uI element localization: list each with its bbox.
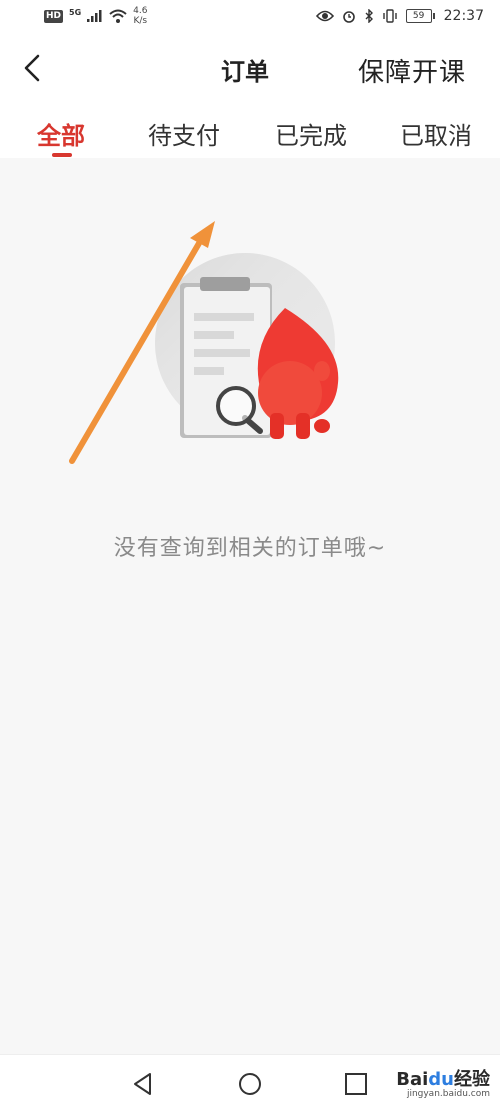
status-bar: HD 5G 4.6 K/s 59 22:37 [0,0,500,36]
speed-unit: K/s [133,16,148,26]
watermark-logo-part-3: 经验 [454,1069,490,1090]
guarantee-course-link[interactable]: 保障开课 [358,52,466,89]
back-arrow-icon[interactable] [16,50,52,86]
hd-badge: HD [44,9,64,23]
tab-pending-payment[interactable]: 待支付 [148,116,220,151]
system-nav-bar: Baidu经验 jingyan.baidu.com [0,1054,500,1112]
empty-orders-illustration [69,221,339,464]
baidu-jingyan-watermark: Baidu经验 jingyan.baidu.com [396,1065,490,1099]
watermark-url: jingyan.baidu.com [406,1089,490,1099]
tab-cancelled[interactable]: 已取消 [400,116,472,151]
battery-indicator: 59 [405,9,435,23]
tab-all[interactable]: 全部 [37,116,85,151]
status-right: 59 22:37 [315,8,484,24]
tab-completed[interactable]: 已完成 [275,116,347,151]
order-list-area: 没有查询到相关的订单哦~ [0,158,500,1054]
active-tab-indicator [52,153,72,157]
status-left: HD 5G 4.6 K/s [44,6,147,26]
network-speed: 4.6 K/s [133,6,147,26]
watermark-logo-part-1: Bai [396,1069,429,1090]
nav-back-icon[interactable] [130,1071,156,1097]
vibrate-icon [382,9,397,23]
order-tabs: 全部 待支付 已完成 已取消 [0,102,500,158]
wifi-icon [109,9,127,23]
nav-recents-icon[interactable] [343,1071,369,1097]
alarm-icon [342,11,355,23]
page-title: 订单 [221,58,269,86]
nav-home-icon[interactable] [237,1071,263,1097]
network-type: 5G [69,8,82,17]
eye-icon [315,10,334,22]
watermark-logo-part-2: du [428,1069,454,1090]
watermark-logo: Baidu经验 [396,1065,490,1091]
bluetooth-icon [365,9,373,23]
signal-icon [87,10,102,22]
speed-value: 4.6 [133,6,148,16]
clock: 22:37 [443,8,484,24]
app-header: 订单 保障开课 [0,36,500,102]
empty-state-message: 没有查询到相关的订单哦~ [113,536,387,561]
